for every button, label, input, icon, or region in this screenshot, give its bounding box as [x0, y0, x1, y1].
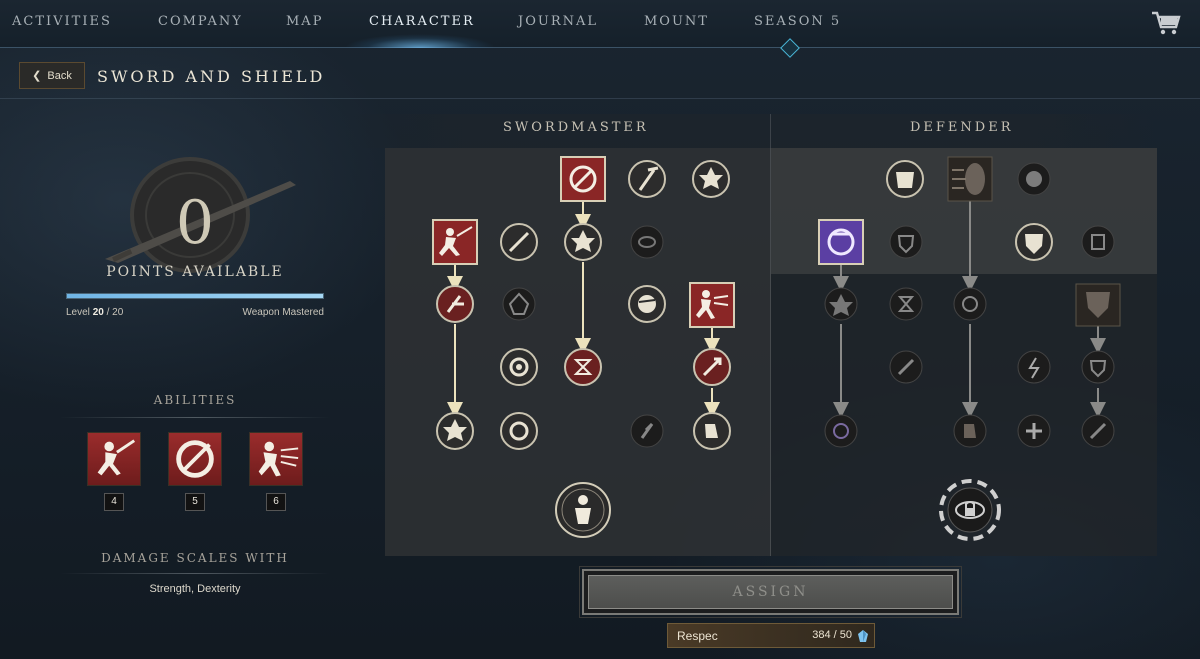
abilities-divider — [60, 417, 330, 418]
swordmaster-upgrade-node[interactable] — [436, 285, 474, 323]
abilities-heading: ABILITIES — [153, 393, 237, 407]
swordmaster-passive-node[interactable] — [628, 285, 666, 323]
swordmaster-passive-node[interactable] — [436, 412, 474, 450]
chevron-left-icon: ❮ — [32, 70, 42, 82]
whirlwind-slash-icon — [176, 440, 214, 478]
defender-passive-locked-node[interactable] — [1017, 350, 1051, 384]
ability-slot-5[interactable] — [168, 432, 222, 486]
swordmaster-passive-node[interactable] — [500, 412, 538, 450]
keybind-5: 5 — [185, 493, 205, 511]
level-readout: Level 20 / 20 — [66, 307, 123, 318]
chestplate-icon — [896, 172, 914, 188]
defender-upgrade-locked-node[interactable] — [953, 414, 987, 448]
swordmaster-ability-lunge-node[interactable] — [432, 219, 478, 265]
azoth-crystal-icon — [858, 630, 868, 642]
shield-charge-icon — [965, 163, 985, 195]
back-label: Back — [47, 69, 72, 82]
level-max: / 20 — [106, 307, 124, 318]
season-notification-icon — [780, 38, 800, 58]
shield-rush-icon — [258, 441, 299, 477]
cart-icon[interactable] — [1150, 10, 1182, 36]
boot-icon — [964, 424, 976, 438]
damage-scales-heading: DAMAGE SCALES WITH — [101, 551, 289, 565]
ability-slot-4[interactable] — [87, 432, 141, 486]
defender-passive-locked-node[interactable] — [1017, 162, 1051, 196]
swordmaster-passive-node[interactable] — [500, 348, 538, 386]
level-prefix: Level — [66, 307, 90, 318]
sword-lunge-icon — [446, 228, 454, 236]
damage-divider — [60, 573, 330, 574]
sword-lunge-icon — [97, 439, 136, 476]
active-tab-glow — [345, 26, 495, 48]
swordmaster-ultimate-node[interactable] — [555, 482, 611, 538]
respec-button[interactable]: Respec 384 / 50 — [667, 623, 875, 648]
tab-company[interactable]: COMPANY — [158, 14, 243, 29]
points-available-label: POINTS AVAILABLE — [106, 264, 284, 280]
swordmaster-passive-node[interactable] — [692, 160, 730, 198]
points-available-value: 0 — [175, 188, 215, 258]
tab-mount[interactable]: MOUNT — [644, 14, 709, 29]
swordmaster-upgrade-node[interactable] — [564, 348, 602, 386]
tab-activities[interactable]: ACTIVITIES — [12, 14, 112, 29]
defender-upgrade-locked-node[interactable] — [953, 287, 987, 321]
ability-slot-6[interactable] — [249, 432, 303, 486]
assign-label: ASSIGN — [588, 575, 953, 609]
keybind-6: 6 — [266, 493, 286, 511]
defender-ability-shield-node[interactable] — [947, 156, 993, 202]
defender-upgrade-locked-node[interactable] — [824, 414, 858, 448]
tree-divider — [770, 114, 771, 556]
mastery-progress-fill — [67, 294, 323, 298]
defender-passive-locked-node[interactable] — [889, 350, 923, 384]
weapon-mastered-label: Weapon Mastered — [242, 307, 324, 318]
shield-rush-icon — [702, 290, 710, 298]
tab-journal[interactable]: JOURNAL — [518, 14, 598, 29]
tab-map[interactable]: MAP — [286, 14, 323, 29]
keybind-4: 4 — [104, 493, 124, 511]
tab-season[interactable]: SEASON 5 — [754, 14, 841, 29]
defender-passive-node[interactable] — [1015, 223, 1053, 261]
page-title: SWORD AND SHIELD — [97, 67, 326, 86]
level-current: 20 — [92, 307, 104, 318]
defender-upgrade-locked-node[interactable] — [1081, 414, 1115, 448]
tree-header-band — [345, 114, 1155, 148]
swordmaster-passive-node[interactable] — [693, 412, 731, 450]
swordmaster-passive-node[interactable] — [500, 223, 538, 261]
fighter-power-icon — [578, 495, 588, 505]
swordmaster-passive-locked-node[interactable] — [502, 287, 536, 321]
mastery-progress-bar — [66, 293, 324, 299]
respec-label: Respec — [677, 629, 718, 643]
assign-button[interactable]: ASSIGN — [579, 566, 962, 618]
swordmaster-title: SWORDMASTER — [503, 120, 649, 135]
swordmaster-ability-rush-node[interactable] — [689, 282, 735, 328]
shield-bash-icon — [1026, 171, 1042, 187]
shield-bash-icon — [638, 295, 656, 313]
swordmaster-passive-node[interactable] — [628, 160, 666, 198]
defender-passive-locked-node[interactable] — [1017, 414, 1051, 448]
damage-scales-value: Strength, Dexterity — [149, 583, 241, 595]
defender-passive-locked-node[interactable] — [889, 287, 923, 321]
respec-cost: 384 / 50 — [812, 629, 852, 641]
defender-upgrade-locked-node[interactable] — [1081, 350, 1115, 384]
header-divider — [0, 98, 1200, 99]
defender-passive-locked-node[interactable] — [1081, 225, 1115, 259]
swordmaster-passive-node[interactable] — [564, 223, 602, 261]
top-nav: ACTIVITIES COMPANY MAP CHARACTER JOURNAL… — [0, 0, 1200, 58]
defender-ability-whirl-node[interactable] — [818, 219, 864, 265]
defender-ability-locked-node[interactable] — [1075, 283, 1121, 327]
defender-passive-node[interactable] — [886, 160, 924, 198]
swordmaster-ability-slash-node[interactable] — [560, 156, 606, 202]
swordmaster-passive-locked-node[interactable] — [630, 225, 664, 259]
defender-passive-locked-node[interactable] — [889, 225, 923, 259]
back-button[interactable]: ❮ Back — [19, 62, 85, 89]
swordmaster-upgrade-node[interactable] — [693, 348, 731, 386]
defender-title: DEFENDER — [910, 120, 1014, 135]
defender-upgrade-locked-node[interactable] — [824, 287, 858, 321]
swordmaster-passive-locked-node[interactable] — [630, 414, 664, 448]
tab-character[interactable]: CHARACTER — [369, 14, 475, 29]
